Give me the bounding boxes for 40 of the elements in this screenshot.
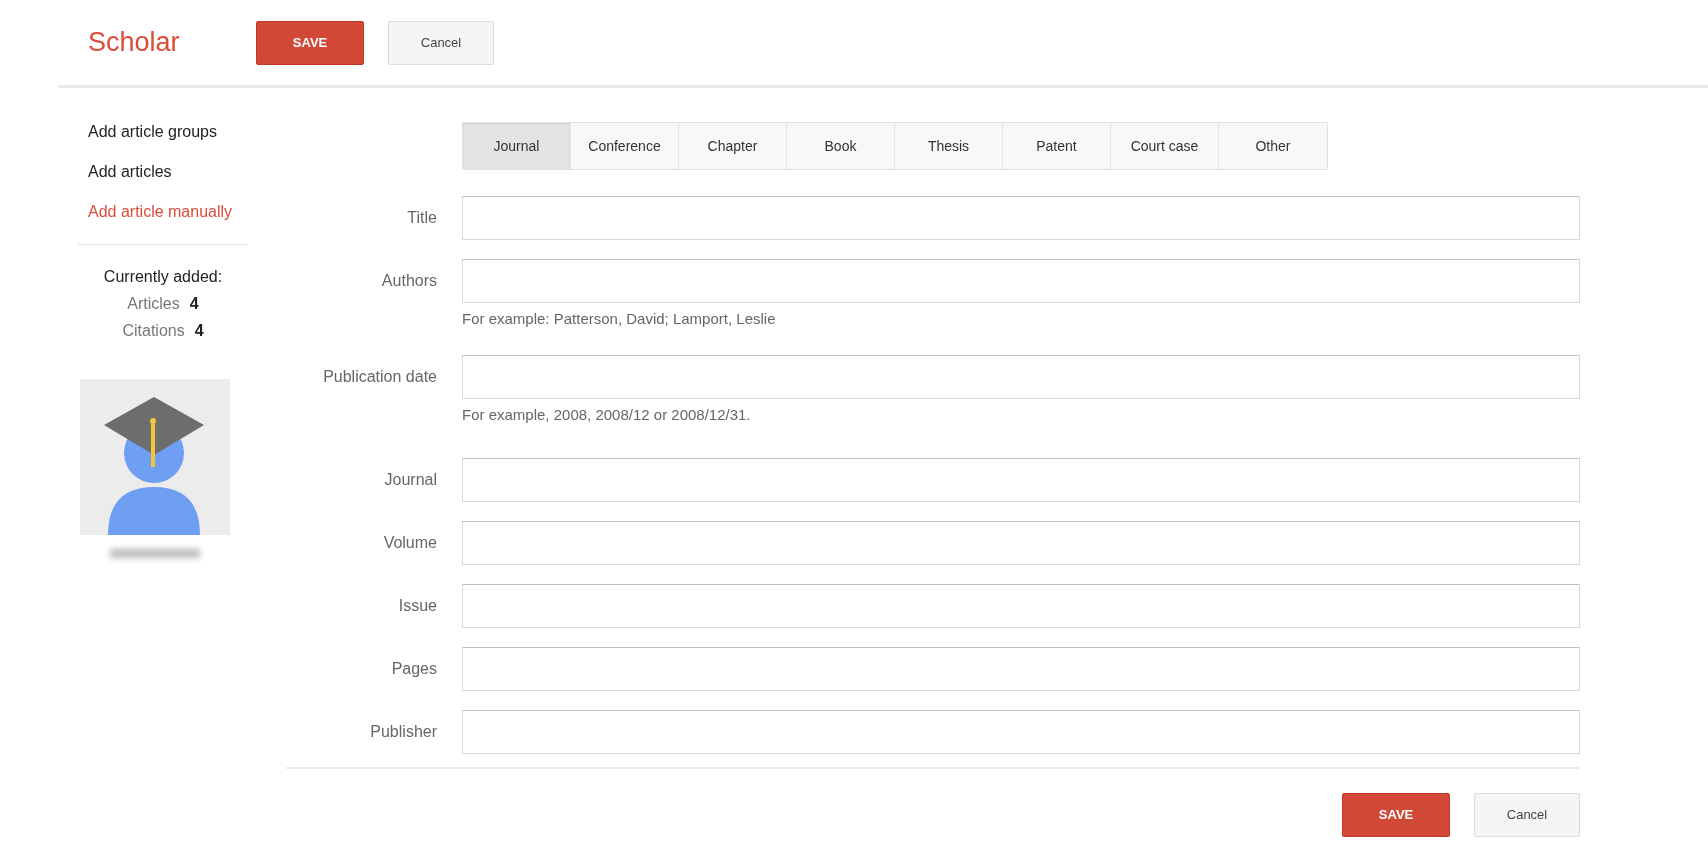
field-label: Authors xyxy=(380,271,438,291)
stat-value: 4 xyxy=(189,294,199,314)
tab[interactable]: Thesis xyxy=(895,123,1003,169)
input-field[interactable] xyxy=(462,458,1580,502)
stat-label: Citations xyxy=(122,321,185,341)
field-label: Journal xyxy=(383,470,438,490)
input-field[interactable] xyxy=(462,354,1580,399)
tab[interactable]: Patent xyxy=(1003,123,1111,169)
field-label: Title xyxy=(406,208,438,228)
field-label: Publication date xyxy=(322,366,438,387)
cancel-button[interactable]: Cancel xyxy=(388,20,494,65)
stat-value: 4 xyxy=(194,321,204,341)
input-field[interactable] xyxy=(462,521,1580,565)
summary-heading: Currently added: xyxy=(102,267,224,287)
input-field[interactable] xyxy=(462,584,1580,628)
cancel-button[interactable]: Cancel xyxy=(1474,793,1580,837)
sidebar-link[interactable]: Add article groups xyxy=(88,122,248,142)
hint-text: For example, 2008, 2008/12 or 2008/12/31. xyxy=(462,404,752,425)
field-label: Volume xyxy=(382,533,438,553)
sidebar-link[interactable]: Add articles xyxy=(88,162,248,182)
tab[interactable]: Conference xyxy=(571,123,679,169)
sidebar-link[interactable]: Add article manually xyxy=(88,202,248,222)
save-button[interactable]: SAVE xyxy=(1342,793,1450,837)
input-field[interactable] xyxy=(462,647,1580,691)
stat-label: Articles xyxy=(127,294,180,314)
hint-text: For example: Patterson, David; Lamport, Leslie xyxy=(462,309,777,329)
tab[interactable]: Court case xyxy=(1111,123,1219,169)
field-label: Issue xyxy=(397,596,438,616)
input-field[interactable] xyxy=(462,259,1580,303)
tab[interactable]: Journal xyxy=(463,123,571,169)
save-button[interactable]: SAVE xyxy=(256,20,364,65)
logo: Scholar xyxy=(88,26,181,60)
field-label: Publisher xyxy=(369,722,438,742)
input-field[interactable] xyxy=(462,710,1580,754)
input-field[interactable] xyxy=(462,196,1580,240)
tab[interactable]: Chapter xyxy=(679,123,787,169)
tab[interactable]: Book xyxy=(787,123,895,169)
tab[interactable]: Other xyxy=(1219,123,1327,169)
avatar-icon xyxy=(80,379,230,535)
field-label: Pages xyxy=(390,659,438,679)
